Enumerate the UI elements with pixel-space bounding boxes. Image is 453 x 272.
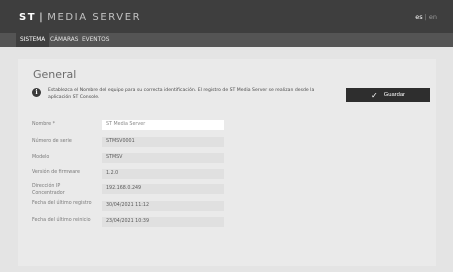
tab-sistema[interactable]: SISTEMA: [16, 33, 50, 47]
serial-label: Número de serie: [32, 139, 72, 144]
tab-bar: SISTEMA CÁMARAS EVENTOS: [0, 33, 453, 47]
save-button-label: Guardar: [383, 92, 405, 98]
general-panel: General i Establezca el Nombre del equip…: [18, 59, 436, 266]
language-switcher: es | en: [415, 13, 437, 21]
top-bar: ST | MEDIA SERVER es | en: [0, 0, 453, 33]
lang-es-link[interactable]: es: [415, 13, 422, 21]
save-button[interactable]: ✓ Guardar: [346, 88, 430, 102]
tab-eventos[interactable]: EVENTOS: [82, 33, 109, 47]
ip-label: Dirección IP Concentrador: [32, 184, 65, 196]
model-label: Modelo: [32, 155, 50, 160]
lang-en-link[interactable]: en: [429, 13, 437, 21]
serial-value: STMSV0001: [102, 137, 224, 147]
model-value: STMSV: [102, 153, 224, 163]
info-icon: i: [32, 88, 41, 97]
last-reboot-label: Fecha del último reinicio: [32, 218, 91, 223]
app-logo: ST | MEDIA SERVER: [19, 10, 141, 24]
ip-value: 192.168.0.249: [102, 184, 224, 194]
firmware-value: 1.2.0: [102, 169, 224, 179]
info-message: Establezca el Nombre del equipo para su …: [48, 88, 315, 100]
firmware-label: Versión de firmware: [32, 170, 80, 175]
lang-divider: |: [424, 13, 427, 21]
logo-media-server: MEDIA SERVER: [47, 11, 142, 23]
last-register-value: 30/04/2021 11:12: [102, 201, 224, 211]
logo-separator: |: [39, 11, 45, 23]
check-icon: ✓: [371, 90, 378, 100]
last-reboot-value: 23/04/2021 10:39: [102, 217, 224, 227]
last-register-label: Fecha del último registro: [32, 201, 92, 206]
page-title: General: [33, 68, 77, 81]
tab-camaras[interactable]: CÁMARAS: [50, 33, 78, 47]
name-input[interactable]: ST Media Server: [102, 120, 224, 130]
name-label: Nombre *: [32, 122, 55, 127]
logo-st: ST: [19, 11, 37, 23]
